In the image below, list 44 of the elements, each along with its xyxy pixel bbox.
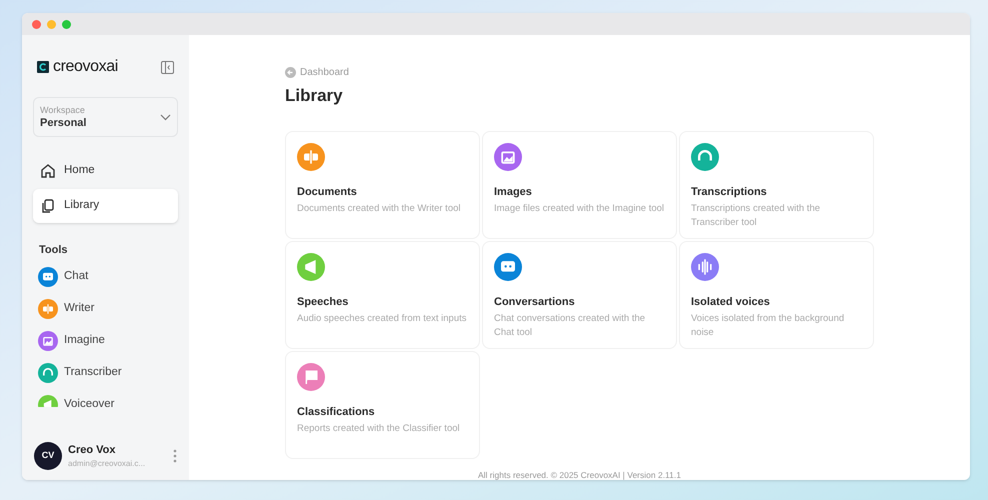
tool-item[interactable]: Writer [38, 298, 173, 318]
tool-item[interactable]: Imagine [38, 330, 173, 350]
card-description: Voices isolated from the background noise [691, 312, 846, 340]
library-card[interactable]: Isolated voices Voices isolated from the background noise [679, 240, 874, 348]
card-description: Reports created with the Classifier tool [297, 422, 461, 436]
nav-item[interactable]: Library [33, 189, 178, 223]
tool-item[interactable]: Transcriber [38, 362, 173, 382]
more-icon[interactable] [173, 448, 177, 463]
card-title: Documents [297, 184, 358, 200]
library-card[interactable]: Speeches Audio speeches created from text inputs [285, 240, 480, 348]
card-description: Image files created with the Imagine tool [494, 202, 665, 216]
card-description: Transcriptions created with the Transcriber tool [691, 202, 822, 230]
card-title: Speeches [297, 294, 350, 310]
chevron-down-icon [160, 114, 171, 120]
user-name: Creo Vox [68, 442, 116, 458]
card-title: Images [494, 184, 533, 200]
home-icon [40, 163, 56, 179]
back-arrow-icon [285, 67, 296, 78]
card-title: Classifications [297, 404, 376, 420]
section-heading: Tools [38, 243, 69, 258]
minimize-icon[interactable] [47, 20, 56, 28]
avatar: CV [34, 442, 62, 470]
logo-icon [37, 61, 49, 73]
library-card[interactable]: Classifications Reports created with the Classifier tool [285, 350, 480, 458]
card-title: Conversartions [494, 294, 576, 310]
workspace-select[interactable]: Workspace Personal [33, 97, 178, 137]
tool-item[interactable]: Chat [38, 266, 173, 286]
library-card[interactable]: Documents Documents created with the Writer tool [285, 130, 480, 238]
card-title: Isolated voices [691, 294, 771, 310]
card-description: Documents created with the Writer tool [297, 202, 462, 216]
card-description: Chat conversations created with the Chat tool [494, 312, 646, 340]
close-icon[interactable] [32, 20, 41, 28]
card-description: Audio speeches created from text inputs [297, 312, 468, 326]
sidebar-toggle-icon[interactable] [161, 60, 174, 74]
library-card[interactable]: Images Image files created with the Imagine tool [482, 130, 677, 238]
logo-text: creovoxai [53, 57, 118, 77]
card-title: Transcriptions [691, 184, 768, 200]
maximize-icon[interactable] [62, 20, 71, 28]
library-card[interactable]: Transcriptions Transcriptions created with the Transcriber tool [679, 130, 874, 238]
copy-icon [40, 198, 56, 214]
page-title: Library [285, 85, 344, 107]
library-card[interactable]: Conversartions Chat conversations created with the Chat tool [482, 240, 677, 348]
footer-text: All rights reserved. © 2025 CreovoxAI | Version 2.11.1 [477, 468, 682, 480]
user-email: admin@creovoxai.c... [68, 458, 146, 470]
